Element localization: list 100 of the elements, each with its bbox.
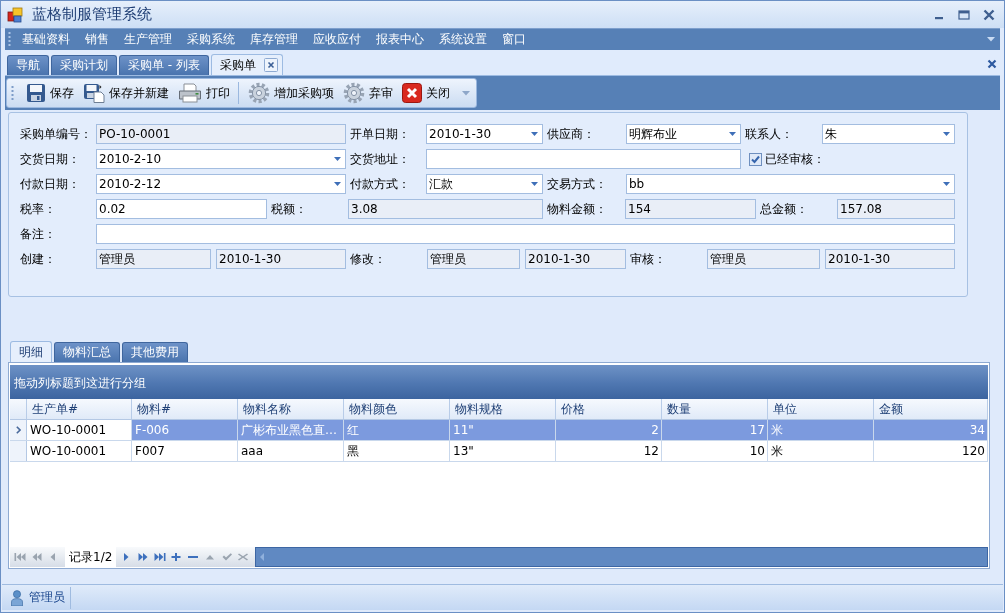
menu-item[interactable]: 窗口 (494, 31, 533, 48)
close-icon[interactable] (263, 58, 278, 72)
table-cell: 120 (874, 441, 988, 461)
field-label: 审核： (629, 251, 666, 268)
readonly-field[interactable]: 2010-1-30 (525, 249, 626, 269)
caret-down-icon[interactable] (943, 132, 950, 136)
readonly-field[interactable]: 管理员 (427, 249, 520, 269)
table-cell: 17 (662, 420, 768, 440)
caret-down-icon[interactable] (334, 182, 341, 186)
checkbox[interactable] (749, 152, 762, 166)
table-cell: WO-10-0001 (27, 420, 132, 440)
dropdown-field[interactable]: bb (626, 174, 955, 194)
document-tab[interactable]: 采购计划 (51, 55, 117, 75)
field-label: 税额： (270, 201, 307, 218)
menu-item[interactable]: 系统设置 (431, 31, 494, 48)
document-tab[interactable]: 采购单 (210, 54, 283, 75)
tab[interactable]: 其他费用 (122, 342, 188, 362)
field-label: 付款日期： (20, 176, 80, 193)
double-arrow-right-icon[interactable] (137, 552, 150, 562)
toolbar-button[interactable]: 增加采购项 (245, 81, 337, 105)
readonly-field[interactable]: 3.08 (348, 199, 543, 219)
record-counter: 记录1/2 (65, 547, 117, 567)
dropdown-field[interactable]: 2010-2-10 (96, 149, 346, 169)
dropdown-field[interactable]: 2010-2-12 (96, 174, 346, 194)
table-row[interactable]: WO-10-0001 F007 aaa 黑 13" 12 10 米 120 (10, 441, 988, 462)
table-cell: 11" (450, 420, 556, 440)
menu-item[interactable]: 应收应付 (305, 31, 368, 48)
table-cell: 红 (344, 420, 450, 440)
grip-icon[interactable] (8, 32, 11, 47)
table-cell: F007 (132, 441, 238, 461)
table-cell: aaa (238, 441, 344, 461)
table-cell: 米 (768, 420, 874, 440)
tab[interactable]: 明细 (10, 341, 52, 362)
row-selector[interactable] (10, 420, 27, 440)
table-cell: F-006 (132, 420, 238, 440)
dropdown-field[interactable]: 汇款 (426, 174, 543, 194)
document-tab[interactable]: 导航 (7, 55, 49, 75)
menu-item[interactable]: 报表中心 (368, 31, 431, 48)
table-row[interactable]: WO-10-0001 F-006 广彬布业黑色直… 红 11" 2 17 米 34 (10, 420, 988, 441)
document-tab[interactable]: 采购单 - 列表 (119, 55, 209, 75)
field-label: 交货地址： (349, 151, 410, 168)
caret-down-icon[interactable] (987, 37, 995, 42)
menu-item[interactable]: 库存管理 (242, 31, 305, 48)
field-label: 物料金额： (546, 201, 607, 218)
field-label: 修改： (349, 251, 386, 268)
readonly-field[interactable]: 2010-1-30 (216, 249, 346, 269)
readonly-field[interactable]: 管理员 (707, 249, 820, 269)
floppy-disk-page-icon (83, 83, 105, 103)
status-user-name: 管理员 (29, 589, 65, 606)
readonly-field[interactable]: 157.08 (837, 199, 955, 219)
input-field[interactable] (426, 149, 741, 169)
field-label: 供应商： (546, 126, 595, 143)
grip-icon[interactable] (11, 85, 14, 101)
checkbox-label: 已经审核： (765, 150, 825, 168)
input-field[interactable] (96, 224, 955, 244)
table-cell: WO-10-0001 (27, 441, 132, 461)
table-cell: 2 (556, 420, 662, 440)
field-label: 备注： (20, 226, 56, 243)
readonly-field[interactable]: 管理员 (96, 249, 211, 269)
toolbar-button[interactable]: 保存 (23, 81, 77, 105)
field-label: 交货日期： (20, 151, 80, 168)
readonly-field[interactable]: PO-10-0001 (96, 124, 346, 144)
gear-icon (248, 82, 270, 104)
toolbar-button[interactable]: 弃审 (340, 81, 396, 105)
readonly-field[interactable]: 2010-1-30 (825, 249, 955, 269)
table-cell: 黑 (344, 441, 450, 461)
app-icon (7, 6, 23, 23)
field-label: 联系人： (744, 126, 793, 143)
input-field[interactable]: 0.02 (96, 199, 267, 219)
field-label: 付款方式： (349, 176, 410, 193)
caret-down-icon[interactable] (531, 132, 538, 136)
dropdown-field[interactable]: 明辉布业 (626, 124, 741, 144)
menu-item[interactable]: 基础资料 (14, 31, 77, 48)
menu-item[interactable]: 采购系统 (179, 31, 242, 48)
readonly-field[interactable]: 154 (625, 199, 756, 219)
menu-item[interactable]: 销售 (77, 31, 116, 48)
toolbar-button[interactable]: 保存并新建 (80, 81, 172, 105)
caret-down-icon[interactable] (334, 157, 341, 161)
dropdown-field[interactable]: 朱 (822, 124, 955, 144)
field-label: 采购单编号： (20, 126, 92, 143)
skip-to-end-icon[interactable] (153, 552, 166, 562)
caret-down-icon[interactable] (729, 132, 736, 136)
maximize-icon[interactable] (958, 8, 970, 21)
tab[interactable]: 物料汇总 (54, 342, 120, 362)
table-cell: 12 (556, 441, 662, 461)
field-label: 开单日期： (349, 126, 410, 143)
table-cell: 13" (450, 441, 556, 461)
horizontal-scrollbar[interactable] (254, 547, 988, 567)
field-label: 税率： (20, 201, 56, 218)
close-icon[interactable] (987, 58, 997, 69)
dropdown-field[interactable]: 2010-1-30 (426, 124, 543, 144)
table-cell: 10 (662, 441, 768, 461)
caret-down-icon[interactable] (943, 182, 950, 186)
menu-item[interactable]: 生产管理 (116, 31, 179, 48)
plus-icon[interactable] (170, 552, 183, 562)
toolbar-button[interactable]: 关闭 (399, 81, 453, 105)
close-icon[interactable] (983, 8, 995, 21)
caret-down-icon[interactable] (531, 182, 538, 186)
field-label: 创建： (20, 251, 56, 268)
toolbar-button[interactable]: 打印 (175, 81, 233, 105)
